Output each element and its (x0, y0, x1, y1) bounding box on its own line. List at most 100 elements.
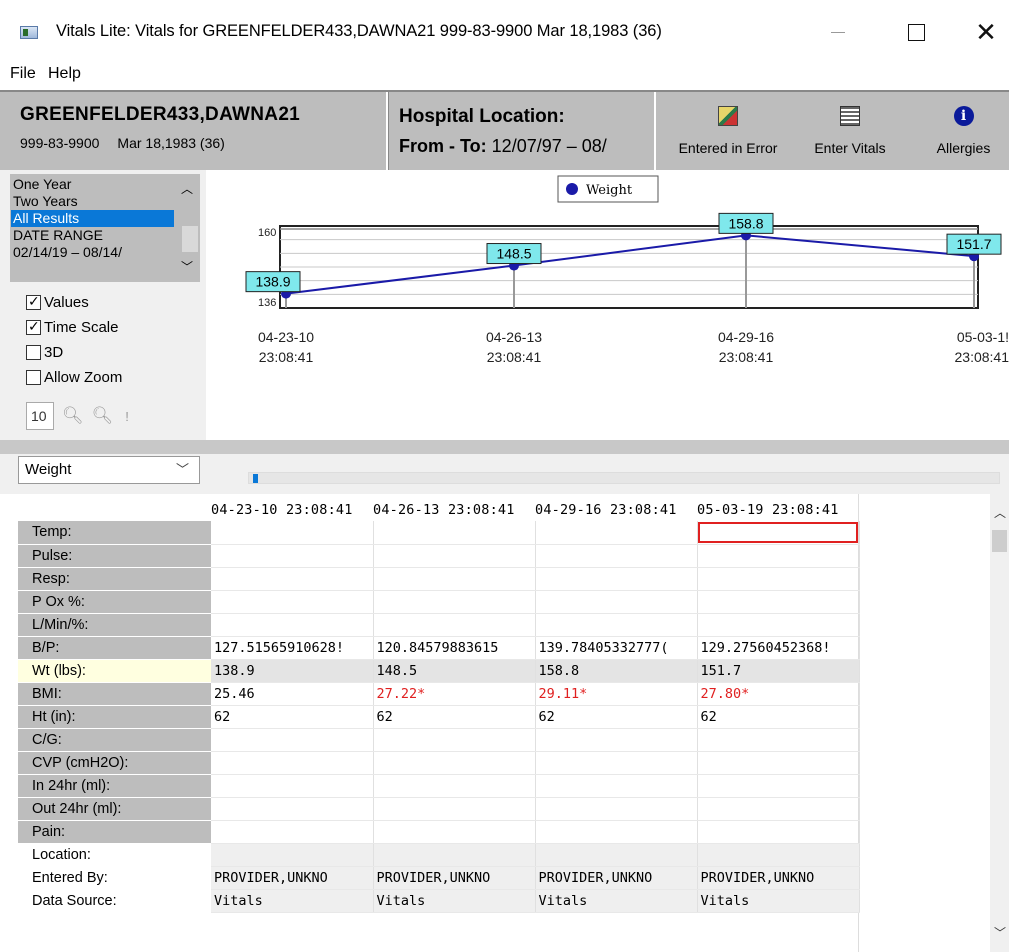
grid-cell[interactable] (535, 820, 698, 844)
grid-cell[interactable]: 62 (535, 705, 698, 729)
grid-cell[interactable] (373, 843, 536, 867)
grid-cell[interactable] (535, 613, 698, 637)
grid-cell[interactable]: PROVIDER,UNKNO (373, 866, 536, 890)
table-row[interactable]: Entered By: PROVIDER,UNKNO PROVIDER,UNKNO P… (18, 866, 860, 890)
menu-help[interactable]: Help (48, 65, 81, 83)
range-two-years[interactable]: Two Years (11, 193, 174, 210)
table-row[interactable]: Resp: (18, 567, 860, 591)
grid-cell[interactable] (535, 728, 698, 752)
grid-cell[interactable]: 138.9 (211, 659, 374, 683)
chevron-down-icon[interactable]: ﹀ (181, 258, 193, 275)
grid-cell[interactable]: Vitals (535, 889, 698, 913)
location-panel[interactable]: Hospital Location: From - To: 12/07/97 –… (388, 92, 656, 170)
range-scrollbar[interactable]: ︿ ﹀ (176, 174, 200, 282)
grid-cell[interactable] (535, 521, 698, 545)
grid-cell[interactable]: 62 (697, 705, 860, 729)
grid-cell[interactable] (373, 567, 536, 591)
grid-cell[interactable]: 29.11* (535, 682, 698, 706)
grid-cell[interactable]: 27.80* (697, 682, 860, 706)
grid-cell[interactable] (211, 820, 374, 844)
grid-cell[interactable]: 25.46 (211, 682, 374, 706)
grid-cell[interactable] (535, 567, 698, 591)
enter-vitals-button[interactable]: Enter Vitals (798, 92, 902, 170)
allow-zoom-checkbox[interactable]: Allow Zoom (26, 369, 122, 386)
table-row[interactable]: Ht (in): 62 62 62 62 (18, 705, 860, 729)
grid-cell[interactable] (535, 774, 698, 798)
grid-cell[interactable] (697, 774, 860, 798)
zoom-input[interactable]: 10 (26, 402, 54, 430)
grid-cell[interactable]: 148.5 (373, 659, 536, 683)
grid-cell[interactable] (697, 567, 860, 591)
grid-cell[interactable]: 62 (211, 705, 374, 729)
menu-file[interactable]: File (10, 65, 36, 83)
table-row[interactable]: BMI: 25.46 27.22* 29.11* 27.80* (18, 682, 860, 706)
range-all-results[interactable]: All Results (11, 210, 174, 227)
zoom-reset-icon[interactable]: ! (125, 409, 129, 424)
table-row[interactable]: L/Min/%: (18, 613, 860, 637)
grid-cell[interactable]: PROVIDER,UNKNO (211, 866, 374, 890)
allergies-button[interactable]: i Allergies (918, 92, 1009, 170)
grid-scroll-thumb[interactable] (992, 530, 1007, 552)
table-row[interactable]: Wt (lbs): 138.9 148.5 158.8 151.7 (18, 659, 860, 683)
range-custom-dates[interactable]: 02/14/19 – 08/14/ (11, 244, 174, 261)
grid-cell[interactable] (697, 751, 860, 775)
grid-column-header[interactable]: 05-03-19 23:08:41 (697, 498, 859, 521)
table-row[interactable]: P Ox %: (18, 590, 860, 614)
zoom-in-icon[interactable]: 🔍︎ (62, 406, 84, 426)
grid-cell[interactable] (373, 797, 536, 821)
grid-cell[interactable] (697, 521, 860, 545)
grid-cell[interactable] (373, 613, 536, 637)
grid-cell[interactable] (211, 843, 374, 867)
range-one-year[interactable]: One Year (11, 176, 174, 193)
3d-checkbox[interactable]: 3D (26, 344, 63, 361)
table-row[interactable]: Data Source: Vitals Vitals Vitals Vitals (18, 889, 860, 913)
maximize-icon[interactable] (896, 14, 936, 50)
chevron-down-icon[interactable]: ﹀ (994, 924, 1006, 941)
grid-cell[interactable] (697, 820, 860, 844)
grid-cell[interactable] (535, 544, 698, 568)
grid-column-header[interactable]: 04-29-16 23:08:41 (535, 498, 697, 521)
minimize-icon[interactable] (818, 14, 858, 50)
chevron-up-icon[interactable]: ︿ (994, 504, 1006, 521)
grid-cell[interactable]: Vitals (697, 889, 860, 913)
grid-cell[interactable]: PROVIDER,UNKNO (697, 866, 860, 890)
grid-cell[interactable] (697, 843, 860, 867)
grid-cell[interactable] (211, 774, 374, 798)
grid-cell[interactable]: 139.78405332777( (535, 636, 698, 660)
scroll-thumb[interactable] (182, 226, 198, 252)
grid-cell[interactable]: 62 (373, 705, 536, 729)
grid-cell[interactable] (211, 797, 374, 821)
grid-cell[interactable] (373, 820, 536, 844)
grid-cell[interactable] (211, 521, 374, 545)
chevron-up-icon[interactable]: ︿ (181, 180, 193, 197)
grid-cell[interactable]: 127.51565910628! (211, 636, 374, 660)
grid-column-header[interactable]: 04-23-10 23:08:41 (211, 498, 373, 521)
date-range-list[interactable]: One Year Two Years All Results DATE RANG… (10, 174, 200, 282)
table-row[interactable]: In 24hr (ml): (18, 774, 860, 798)
grid-cell[interactable] (697, 613, 860, 637)
grid-cell[interactable]: 120.84579883615 (373, 636, 536, 660)
table-row[interactable]: Pain: (18, 820, 860, 844)
table-row[interactable]: Location: (18, 843, 860, 867)
grid-cell[interactable] (697, 544, 860, 568)
grid-cell[interactable]: 129.27560452368! (697, 636, 860, 660)
panel-splitter[interactable] (0, 440, 1009, 454)
grid-cell[interactable] (373, 521, 536, 545)
grid-cell[interactable] (697, 590, 860, 614)
table-row[interactable]: B/P: 127.51565910628! 120.84579883615 139.7… (18, 636, 860, 660)
grid-cell[interactable]: 27.22* (373, 682, 536, 706)
grid-cell[interactable] (373, 774, 536, 798)
grid-cell[interactable] (373, 544, 536, 568)
grid-scrollbar[interactable]: ︿ ﹀ (990, 494, 1009, 952)
table-row[interactable]: Temp: (18, 521, 860, 545)
grid-cell[interactable] (535, 751, 698, 775)
grid-cell[interactable]: Vitals (211, 889, 374, 913)
grid-cell[interactable] (211, 751, 374, 775)
grid-cell[interactable] (373, 751, 536, 775)
grid-cell[interactable] (211, 613, 374, 637)
entered-in-error-button[interactable]: Entered in Error (664, 92, 792, 170)
grid-cell[interactable] (697, 797, 860, 821)
grid-cell[interactable] (535, 797, 698, 821)
grid-column-header[interactable]: 04-26-13 23:08:41 (373, 498, 535, 521)
grid-cell[interactable]: PROVIDER,UNKNO (535, 866, 698, 890)
